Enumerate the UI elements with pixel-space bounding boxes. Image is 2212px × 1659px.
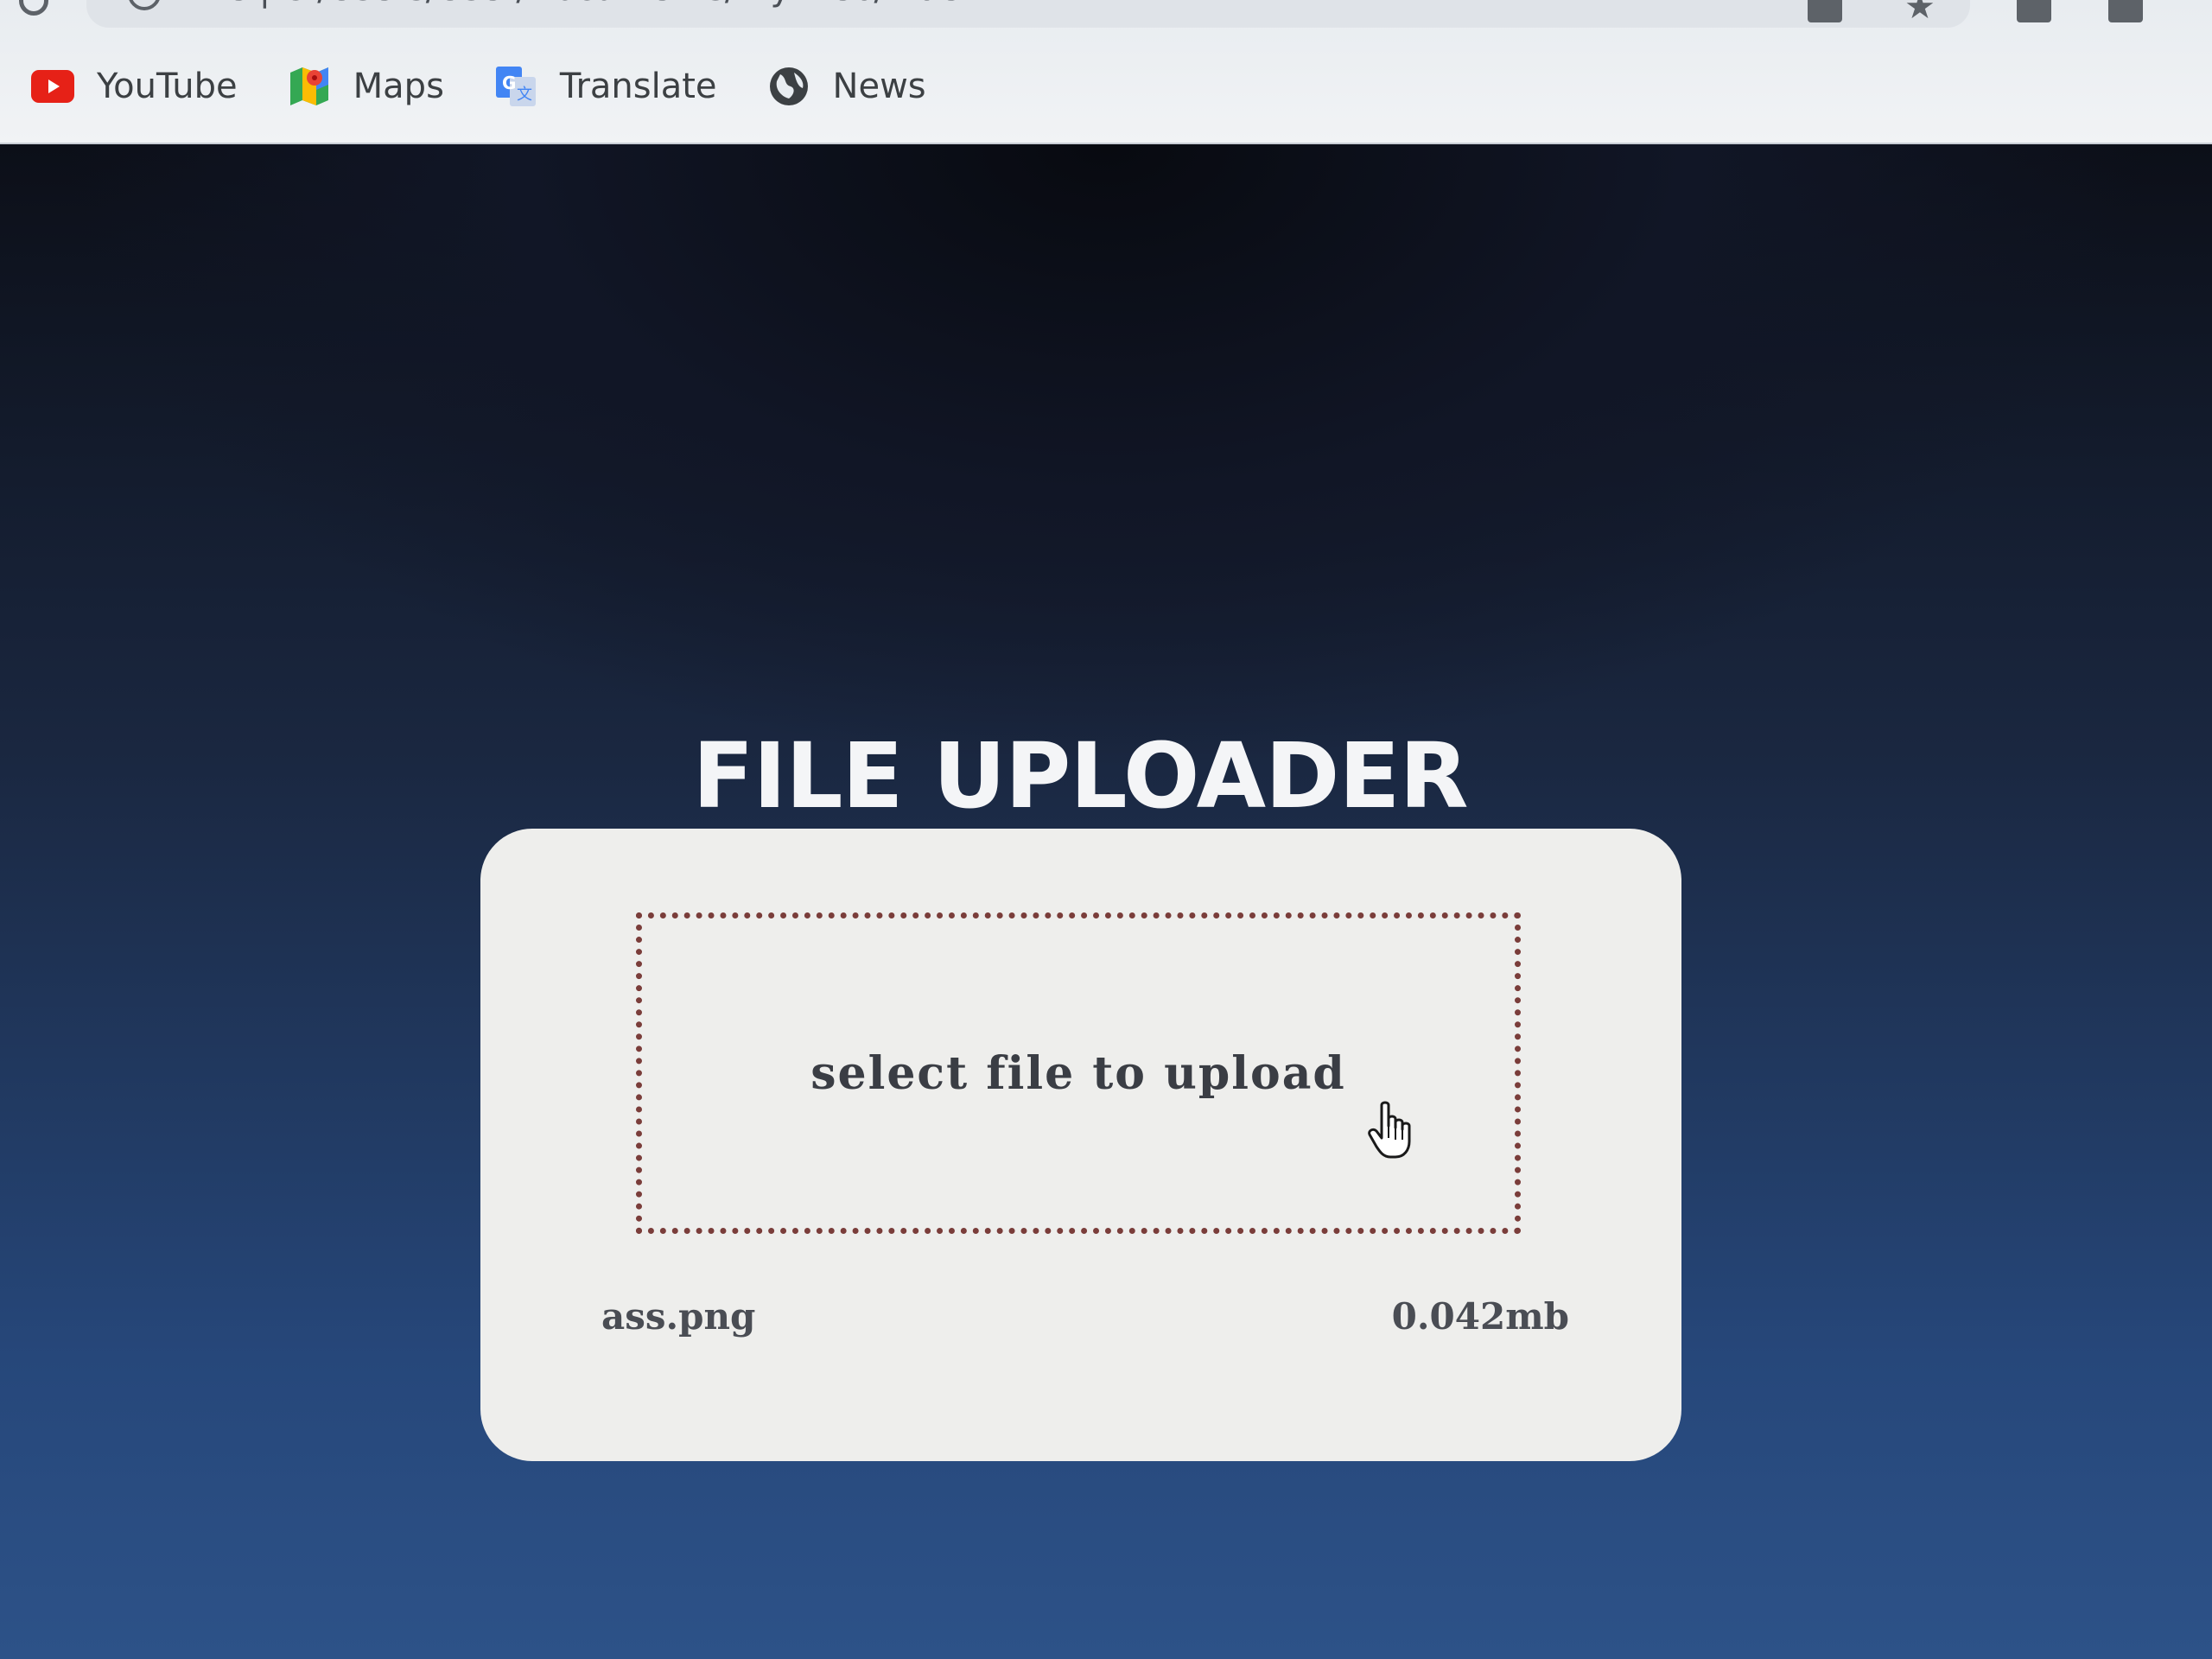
hand-cursor-icon [1366, 1100, 1418, 1160]
bookmark-label: YouTube [97, 67, 238, 106]
translate-icon: G 文 [494, 65, 537, 108]
maps-icon [288, 65, 331, 108]
address-bar[interactable]: File | C:/Users/User/Documents/my-web/in… [19, 0, 1970, 28]
bookmark-maps[interactable]: Maps [288, 65, 444, 108]
url-text[interactable]: File | C:/Users/User/Documents/my-web/in… [190, 0, 1070, 9]
open-in-app-icon[interactable] [1808, 0, 1842, 22]
svg-text:G: G [502, 73, 516, 93]
file-name: ass.png [601, 1295, 756, 1338]
tab-search-icon[interactable] [2108, 0, 2143, 22]
bookmark-news[interactable]: News [767, 65, 926, 108]
url-path: C:/Users/User/Documents/my-web/index.htm… [282, 0, 1070, 9]
info-icon[interactable] [128, 0, 161, 10]
page-content: FILE UPLOADER select file to upload ass.… [0, 144, 2212, 1659]
page-title: FILE UPLOADER [692, 723, 1468, 829]
svg-text:文: 文 [517, 86, 532, 104]
dropzone-prompt: select file to upload [810, 1046, 1346, 1100]
browser-toolbar: File | C:/Users/User/Documents/my-web/in… [0, 0, 2212, 144]
uploader-card: select file to upload ass.png 0.042mb [480, 829, 1681, 1461]
bookmark-label: News [832, 67, 926, 106]
bookmarks-bar: YouTube Maps G 文 Translate News [31, 59, 926, 114]
bookmark-label: Translate [559, 67, 717, 106]
reload-icon[interactable] [19, 0, 48, 16]
star-icon[interactable]: ★ [1904, 0, 1939, 24]
bookmark-youtube[interactable]: YouTube [31, 65, 238, 108]
file-size: 0.042mb [1391, 1295, 1569, 1338]
extensions-icon[interactable] [2017, 0, 2051, 22]
bookmark-label: Maps [353, 67, 444, 106]
file-dropzone[interactable]: select file to upload [636, 912, 1521, 1234]
news-icon [767, 65, 810, 108]
url-prefix: File [190, 0, 248, 9]
bookmark-translate[interactable]: G 文 Translate [494, 65, 717, 108]
youtube-icon [31, 65, 74, 108]
